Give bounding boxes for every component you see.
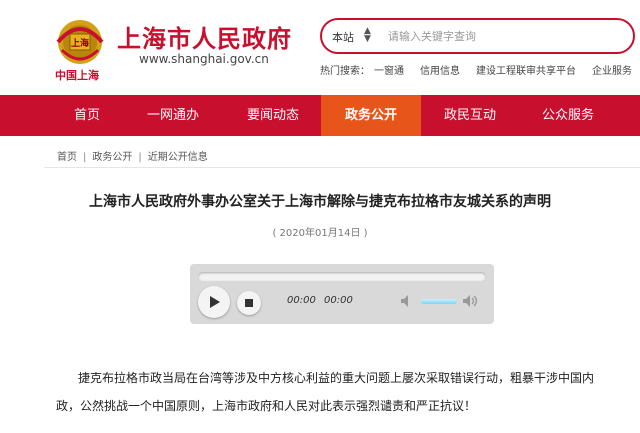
current-time: 00:00: [287, 295, 316, 306]
emblem-caption: 中国上海: [55, 69, 99, 82]
nav-item-home[interactable]: 首页: [50, 95, 124, 136]
search-input[interactable]: [388, 26, 618, 46]
chevron-updown-icon[interactable]: ▲ ▼: [364, 27, 371, 44]
audio-player: 00:00 00:00: [190, 264, 494, 324]
site-header: 上海 中国上海 上海市人民政府 www.shanghai.gov.cn 本站 ▲…: [0, 0, 640, 95]
site-title[interactable]: 上海市人民政府: [117, 19, 292, 54]
search-box: 本站 ▲ ▼: [320, 18, 635, 54]
breadcrumb-gov-affairs[interactable]: 政务公开: [92, 152, 132, 163]
stop-button[interactable]: [237, 291, 261, 315]
article-paragraph-line: 捷克布拉格市政当局在台湾等涉及中方核心利益的重大问题上屡次采取错误行动，粗暴干涉…: [78, 371, 595, 385]
breadcrumb-recent-info[interactable]: 近期公开信息: [148, 152, 208, 163]
duration-time: 00:00: [324, 295, 353, 306]
play-icon: [210, 296, 220, 308]
nav-item-interaction[interactable]: 政民互动: [432, 95, 508, 136]
hot-search-link[interactable]: 企业服务: [592, 66, 632, 77]
search-scope-select[interactable]: 本站: [332, 29, 354, 45]
breadcrumb-separator: |: [83, 152, 87, 163]
hot-search-link[interactable]: 建设工程联审共享平台: [476, 66, 576, 77]
article-paragraph-line: 政，公然挑战一个中国原则，上海市政府和人民对此表示强烈谴责和严正抗议！: [56, 399, 477, 413]
breadcrumb: 首页 | 政务公开 | 近期公开信息: [57, 148, 208, 163]
article-title: 上海市人民政府外事办公室关于上海市解除与捷克布拉格市友城关系的声明: [89, 194, 551, 210]
nav-item-one-stop[interactable]: 一网通办: [136, 95, 210, 136]
site-url: www.shanghai.gov.cn: [139, 52, 269, 66]
nav-item-gov-affairs[interactable]: 政务公开: [321, 95, 421, 136]
volume-mute-icon[interactable]: [400, 294, 416, 308]
hot-search: 热门搜索： 一窗通 信用信息 建设工程联审共享平台 企业服务: [320, 62, 640, 77]
emblem-text: 上海: [71, 37, 89, 49]
hot-search-link[interactable]: 一窗通: [374, 66, 404, 77]
breadcrumb-home[interactable]: 首页: [57, 152, 77, 163]
play-button[interactable]: [198, 286, 230, 318]
main-nav: 首页 一网通办 要闻动态 政务公开 政民互动 公众服务: [0, 95, 640, 136]
stop-icon: [245, 299, 253, 307]
article-date: ( 2020年01月14日 ): [272, 228, 368, 239]
audio-progress-bar[interactable]: [198, 272, 486, 281]
divider: [44, 167, 640, 168]
volume-slider[interactable]: [421, 299, 457, 304]
hot-search-label: 热门搜索：: [320, 66, 370, 77]
volume-max-icon[interactable]: [462, 294, 480, 308]
nav-item-news[interactable]: 要闻动态: [236, 95, 310, 136]
breadcrumb-separator: |: [138, 152, 142, 163]
hot-search-link[interactable]: 信用信息: [420, 66, 460, 77]
shanghai-emblem-icon[interactable]: 上海: [52, 16, 108, 68]
nav-item-public-service[interactable]: 公众服务: [530, 95, 606, 136]
